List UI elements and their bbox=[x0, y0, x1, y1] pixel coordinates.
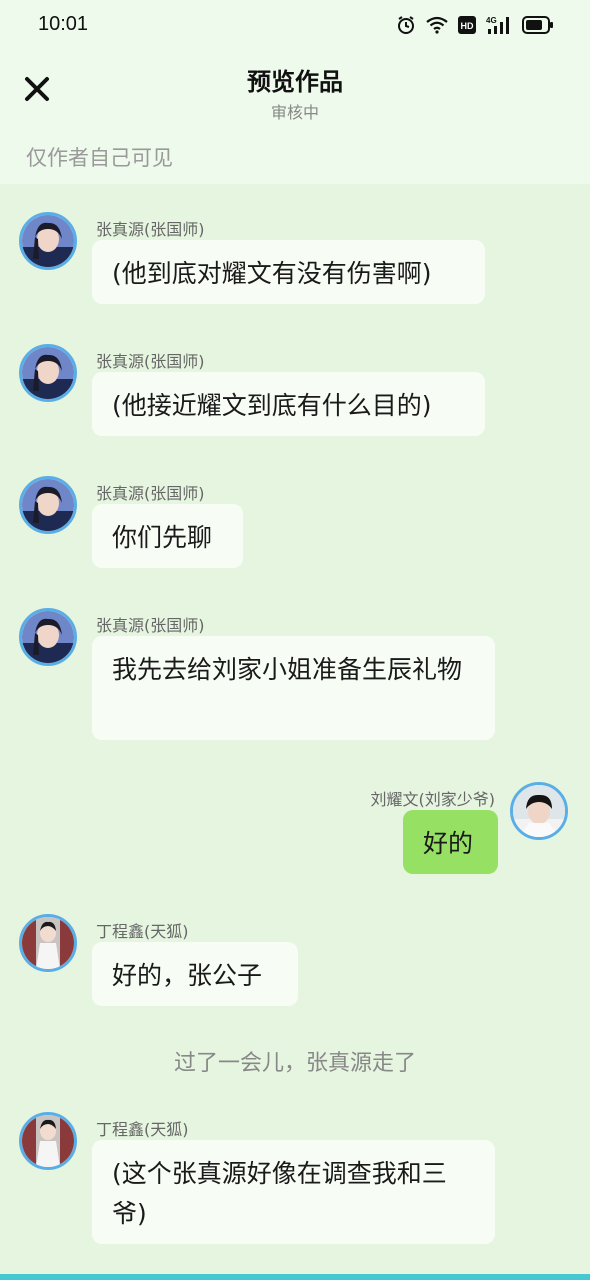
wifi-icon bbox=[426, 16, 448, 34]
avatar[interactable] bbox=[19, 344, 77, 402]
message-bubble[interactable]: 你们先聊 bbox=[92, 504, 243, 568]
message-bubble[interactable]: 好的，张公子 bbox=[92, 942, 298, 1006]
sender-name: 张真源(张国师) bbox=[96, 220, 205, 239]
signal-4g-icon: 4G bbox=[486, 15, 512, 35]
page-title: 预览作品 bbox=[247, 68, 343, 96]
sender-name: 丁程鑫(天狐) bbox=[96, 1120, 189, 1139]
message-bubble[interactable]: (这个张真源好像在调查我和三爷) bbox=[92, 1140, 495, 1244]
svg-text:HD: HD bbox=[461, 21, 474, 31]
message-bubble[interactable]: 好的 bbox=[403, 810, 498, 874]
hd-icon: HD bbox=[458, 16, 476, 34]
status-bar: 10:01 HD 4G bbox=[0, 0, 590, 52]
sender-name: 张真源(张国师) bbox=[96, 484, 205, 503]
page-subtitle: 审核中 bbox=[270, 103, 319, 122]
message-item: 张真源(张国师) (他接近耀文到底有什么目的) bbox=[0, 316, 590, 446]
sender-name: 丁程鑫(天狐) bbox=[96, 922, 189, 941]
avatar[interactable] bbox=[510, 782, 568, 840]
header: 预览作品 审核中 仅作者自己可见 bbox=[0, 52, 590, 184]
sender-name: 张真源(张国师) bbox=[96, 616, 205, 635]
avatar[interactable] bbox=[19, 608, 77, 666]
svg-text:4G: 4G bbox=[486, 16, 497, 25]
status-icons: HD 4G bbox=[396, 15, 554, 35]
message-item: 丁程鑫(天狐) 好的，张公子 bbox=[0, 886, 590, 1016]
message-bubble[interactable]: (他到底对耀文有没有伤害啊) bbox=[92, 240, 485, 304]
status-time: 10:01 bbox=[38, 13, 89, 35]
message-bubble[interactable]: 我先去给刘家小姐准备生辰礼物 bbox=[92, 636, 495, 740]
visibility-note: 仅作者自己可见 bbox=[26, 146, 173, 170]
avatar[interactable] bbox=[19, 212, 77, 270]
bottom-accent-bar bbox=[0, 1274, 590, 1280]
message-item: 张真源(张国师) (他到底对耀文有没有伤害啊) bbox=[0, 184, 590, 314]
message-item: 张真源(张国师) 你们先聊 bbox=[0, 448, 590, 578]
sender-name: 刘耀文(刘家少爷) bbox=[370, 790, 496, 809]
sender-name: 张真源(张国师) bbox=[96, 352, 205, 371]
avatar[interactable] bbox=[19, 914, 77, 972]
avatar[interactable] bbox=[19, 1112, 77, 1170]
message-item: 刘耀文(刘家少爷) 好的 bbox=[0, 774, 590, 884]
narration-text: 过了一会儿，张真源走了 bbox=[173, 1051, 416, 1076]
battery-icon bbox=[522, 16, 554, 34]
avatar[interactable] bbox=[19, 476, 77, 534]
message-item: 丁程鑫(天狐) (这个张真源好像在调查我和三爷) bbox=[0, 1084, 590, 1254]
message-bubble[interactable]: (他接近耀文到底有什么目的) bbox=[92, 372, 485, 436]
chat-list[interactable]: 张真源(张国师) (他到底对耀文有没有伤害啊) 张真源(张国师) (他接近耀文到… bbox=[0, 184, 590, 1274]
message-item: 张真源(张国师) 我先去给刘家小姐准备生辰礼物 bbox=[0, 580, 590, 750]
alarm-icon bbox=[396, 15, 416, 35]
